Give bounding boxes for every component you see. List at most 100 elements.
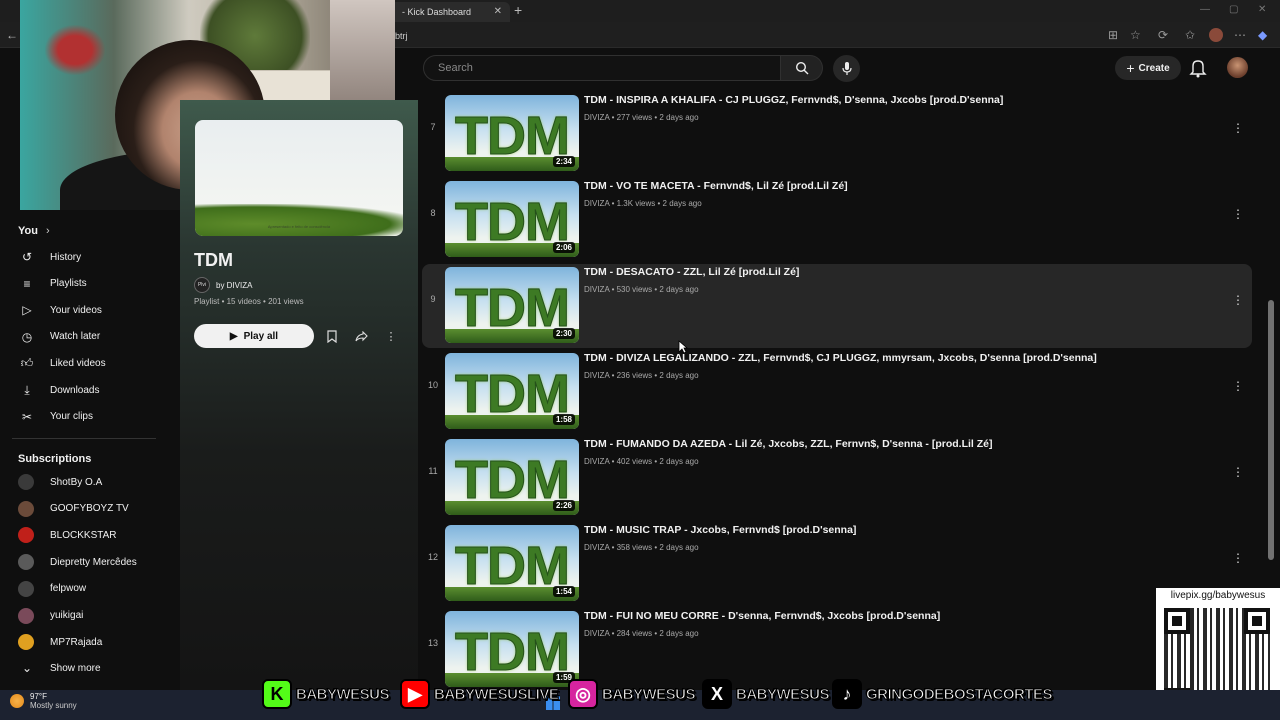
channel-name[interactable]: DIVIZA bbox=[584, 371, 609, 380]
sun-icon bbox=[10, 694, 24, 708]
downloads-icon: ⤓ bbox=[24, 382, 30, 397]
channel-name[interactable]: DIVIZA bbox=[584, 285, 609, 294]
video-title[interactable]: TDM - FUMANDO DA AZEDA - Lil Zé, Jxcobs,… bbox=[584, 438, 993, 450]
channel-name[interactable]: DIVIZA bbox=[584, 457, 609, 466]
video-title[interactable]: TDM - DESACATO - ZZL, Lil Zé [prod.Lil Z… bbox=[584, 266, 799, 278]
video-title[interactable]: TDM - FUI NO MEU CORRE - D'senna, Fernvn… bbox=[584, 610, 940, 622]
search-button[interactable] bbox=[781, 55, 823, 81]
minimize-icon[interactable]: — bbox=[1200, 4, 1210, 15]
voice-search-button[interactable] bbox=[833, 55, 860, 82]
play-all-button[interactable]: ▶ Play all bbox=[194, 324, 314, 348]
apps-icon[interactable]: ⊞ bbox=[1108, 28, 1118, 42]
subscription-item[interactable]: GOOFYBOYZ TV bbox=[18, 496, 168, 522]
clips-icon: ✂ bbox=[21, 409, 33, 424]
maximize-icon[interactable]: ▢ bbox=[1229, 4, 1238, 15]
qr-url: livepix.gg/babywesus bbox=[1170, 590, 1266, 601]
video-thumbnail[interactable]: TDM 2:06 bbox=[445, 181, 579, 257]
subscription-item[interactable]: MP7Rajada bbox=[18, 629, 168, 655]
video-thumbnail[interactable]: TDM 2:34 bbox=[445, 95, 579, 171]
your-videos-icon: ▷ bbox=[22, 303, 32, 318]
sidebar-item-watch-later[interactable]: ◷ Watch later bbox=[18, 324, 168, 350]
playlist-thumbnail-caption: Apresentado e feito de consciência bbox=[267, 224, 331, 229]
copilot-icon[interactable]: ◆ bbox=[1258, 28, 1267, 42]
playlist-video-row[interactable]: 9 TDM 2:30 TDM - DESACATO - ZZL, Lil Zé [pr… bbox=[422, 264, 1252, 348]
video-more-icon[interactable]: ⋮ bbox=[1232, 380, 1244, 392]
subscription-item[interactable]: ShotBy O.A bbox=[18, 469, 168, 495]
share-icon[interactable] bbox=[349, 324, 373, 348]
sidebar-item-playlists[interactable]: ≡ Playlists bbox=[18, 271, 168, 297]
playlist-owner[interactable]: Plvi by DIVIZA bbox=[194, 277, 252, 293]
video-more-icon[interactable]: ⋮ bbox=[1232, 208, 1244, 220]
sidebar-item-history[interactable]: ↺ History bbox=[18, 244, 168, 270]
playlist-video-row[interactable]: 7 TDM 2:34 TDM - INSPIRA A KHALIFA - CJ PLU… bbox=[422, 92, 1252, 176]
video-thumbnail[interactable]: TDM 2:30 bbox=[445, 267, 579, 343]
refresh-icon[interactable]: ⟳ bbox=[1158, 28, 1168, 42]
views-date: 236 views • 2 days ago bbox=[616, 371, 699, 380]
video-meta: DIVIZA • 358 views • 2 days ago bbox=[584, 543, 699, 552]
sidebar-item-label: Your clips bbox=[50, 411, 93, 423]
notifications-bell-icon[interactable] bbox=[1189, 58, 1207, 78]
new-tab-button[interactable]: + bbox=[514, 2, 522, 18]
playlist-thumbnail[interactable]: Apresentado e feito de consciência bbox=[195, 120, 403, 236]
subscription-item[interactable]: Diepretty Mercêdes bbox=[18, 549, 168, 575]
video-duration: 2:34 bbox=[552, 156, 575, 167]
channel-name[interactable]: DIVIZA bbox=[584, 629, 609, 638]
playlist-video-row[interactable]: 12 TDM 1:54 TDM - MUSIC TRAP - Jxcobs, Fern… bbox=[422, 522, 1252, 606]
video-title[interactable]: TDM - VO TE MACETA - Fernvnd$, Lil Zé [p… bbox=[584, 180, 848, 192]
profile-icon[interactable] bbox=[1209, 28, 1223, 42]
show-more-button[interactable]: ⌄ Show more bbox=[18, 655, 168, 681]
video-thumbnail[interactable]: TDM 1:54 bbox=[445, 525, 579, 601]
close-window-icon[interactable]: ✕ bbox=[1258, 4, 1266, 15]
playlist-video-row[interactable]: 10 TDM 1:58 TDM - DIVIZA LEGALIZANDO - ZZL,… bbox=[422, 350, 1252, 434]
create-label: Create bbox=[1138, 62, 1170, 74]
search-input[interactable]: Search bbox=[423, 55, 781, 81]
video-title[interactable]: TDM - INSPIRA A KHALIFA - CJ PLUGGZ, Fer… bbox=[584, 94, 1003, 106]
scrollbar[interactable] bbox=[1268, 300, 1274, 560]
more-options-icon[interactable]: ⋮ bbox=[379, 324, 403, 348]
account-avatar[interactable] bbox=[1227, 57, 1248, 78]
video-title[interactable]: TDM - DIVIZA LEGALIZANDO - ZZL, Fernvnd$… bbox=[584, 352, 1097, 364]
video-more-icon[interactable]: ⋮ bbox=[1232, 294, 1244, 306]
sidebar: You › ↺ History ≡ Playlists ▷ Your videos ◷ Watc… bbox=[0, 210, 180, 690]
weather-widget[interactable]: 97°F Mostly sunny bbox=[10, 692, 77, 710]
you-section-header[interactable]: You › bbox=[18, 225, 50, 237]
video-thumbnail[interactable]: TDM 2:26 bbox=[445, 439, 579, 515]
social-handle: ♪ GRINGODEBOSTACORTES bbox=[832, 676, 1053, 712]
sidebar-item-label: Your videos bbox=[50, 304, 102, 316]
sidebar-item-your-clips[interactable]: ✂ Your clips bbox=[18, 404, 168, 430]
owner-avatar: Plvi bbox=[194, 277, 210, 293]
video-title[interactable]: TDM - MUSIC TRAP - Jxcobs, Fernvnd$ [pro… bbox=[584, 524, 856, 536]
favorites-icon[interactable]: ✩ bbox=[1185, 28, 1195, 42]
video-thumbnail[interactable]: TDM 1:58 bbox=[445, 353, 579, 429]
favorite-star-icon[interactable]: ☆ bbox=[1130, 28, 1141, 42]
more-icon[interactable]: ⋯ bbox=[1234, 28, 1246, 42]
show-more-label: Show more bbox=[50, 662, 101, 674]
sidebar-item-liked-videos[interactable]: 👍︎ Liked videos bbox=[18, 350, 168, 376]
owner-name: by DIVIZA bbox=[216, 280, 253, 290]
back-icon[interactable]: ← bbox=[6, 28, 18, 42]
channel-name[interactable]: DIVIZA bbox=[584, 199, 609, 208]
search-icon bbox=[795, 61, 808, 75]
subscription-item[interactable]: yuikigai bbox=[18, 603, 168, 629]
play-icon: ▶ bbox=[229, 330, 238, 342]
subscription-item[interactable]: BLOCKKSTAR bbox=[18, 522, 168, 548]
subscription-item[interactable]: felpwow bbox=[18, 576, 168, 602]
playlist-video-row[interactable]: 11 TDM 2:26 TDM - FUMANDO DA AZEDA - Lil Zé… bbox=[422, 436, 1252, 520]
social-handle-text: BABYWESUSLIVE bbox=[433, 685, 559, 703]
create-button[interactable]: + Create bbox=[1115, 56, 1181, 80]
views-date: 277 views • 2 days ago bbox=[616, 113, 699, 122]
video-more-icon[interactable]: ⋮ bbox=[1232, 122, 1244, 134]
channel-avatar bbox=[18, 580, 34, 597]
channel-name[interactable]: DIVIZA bbox=[584, 543, 609, 552]
playlist-video-row[interactable]: 8 TDM 2:06 TDM - VO TE MACETA - Fernvnd$, L… bbox=[422, 178, 1252, 262]
browser-tab[interactable]: - Kick Dashboard ✕ bbox=[390, 2, 510, 22]
sidebar-item-downloads[interactable]: ⤓ Downloads bbox=[18, 377, 168, 403]
video-more-icon[interactable]: ⋮ bbox=[1232, 466, 1244, 478]
video-meta: DIVIZA • 1.3K views • 2 days ago bbox=[584, 199, 702, 208]
url-text[interactable]: btrj bbox=[395, 31, 408, 41]
save-playlist-icon[interactable] bbox=[320, 324, 344, 348]
sidebar-item-your-videos[interactable]: ▷ Your videos bbox=[18, 297, 168, 323]
channel-name[interactable]: DIVIZA bbox=[584, 113, 609, 122]
video-more-icon[interactable]: ⋮ bbox=[1232, 552, 1244, 564]
close-tab-icon[interactable]: ✕ bbox=[494, 2, 502, 22]
